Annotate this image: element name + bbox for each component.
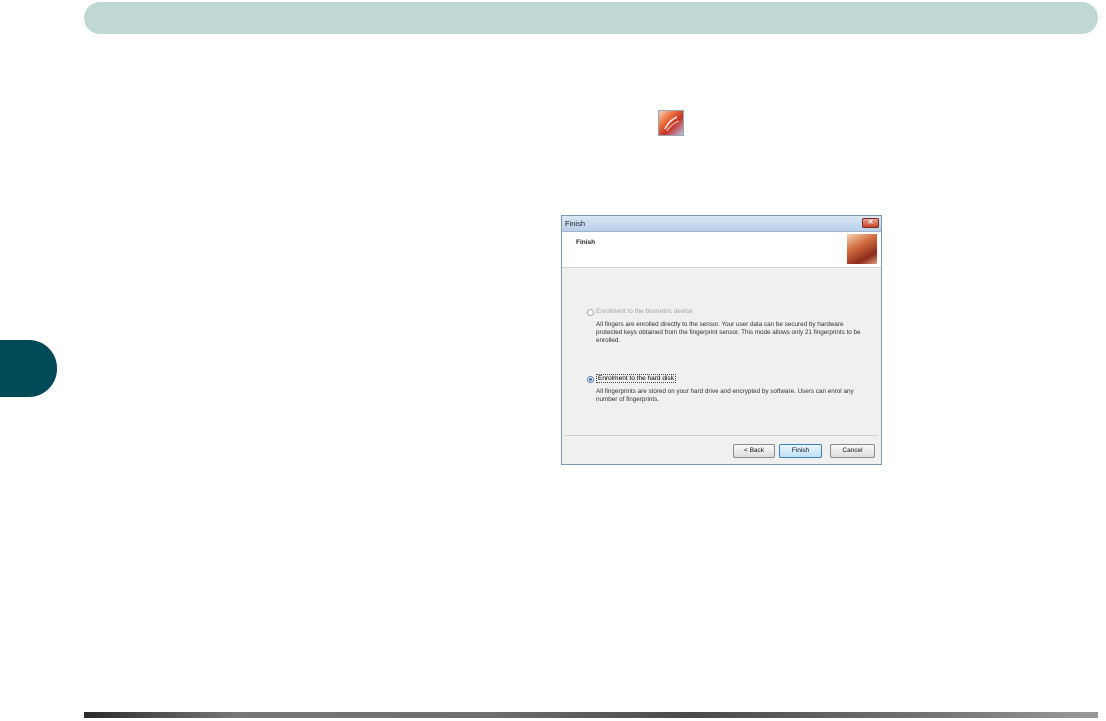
back-button[interactable]: < Back bbox=[733, 444, 775, 458]
finish-dialog: Finish ✕ Finish Enrolment to the biometr… bbox=[561, 215, 882, 465]
close-button[interactable]: ✕ bbox=[862, 218, 879, 228]
option-hard-disk-label[interactable]: Enrolment to the hard disk bbox=[596, 374, 676, 383]
fingerprint-image bbox=[847, 234, 877, 264]
radio-biometric-device[interactable] bbox=[587, 309, 594, 316]
option-hard-disk-description: All fingerprints are stored on your hard… bbox=[596, 388, 854, 403]
chapter-tab bbox=[0, 340, 57, 397]
finish-button[interactable]: Finish bbox=[779, 444, 822, 458]
header-title: Finish bbox=[576, 239, 596, 246]
option-biometric-description: All fingers are enrolled directly to the… bbox=[596, 321, 861, 344]
fingerprint-app-icon[interactable] bbox=[658, 110, 684, 136]
option-biometric-label[interactable]: Enrolment to the biometric device bbox=[596, 308, 692, 315]
page-header-bar bbox=[84, 2, 1098, 34]
cancel-button[interactable]: Cancel bbox=[830, 444, 875, 458]
window-title: Finish bbox=[565, 219, 586, 228]
page-footer-rule bbox=[84, 712, 1098, 718]
dialog-titlebar: Finish ✕ bbox=[562, 216, 881, 232]
radio-hard-disk[interactable] bbox=[587, 376, 594, 383]
dialog-header: Finish bbox=[562, 232, 881, 268]
dialog-divider bbox=[565, 435, 878, 436]
